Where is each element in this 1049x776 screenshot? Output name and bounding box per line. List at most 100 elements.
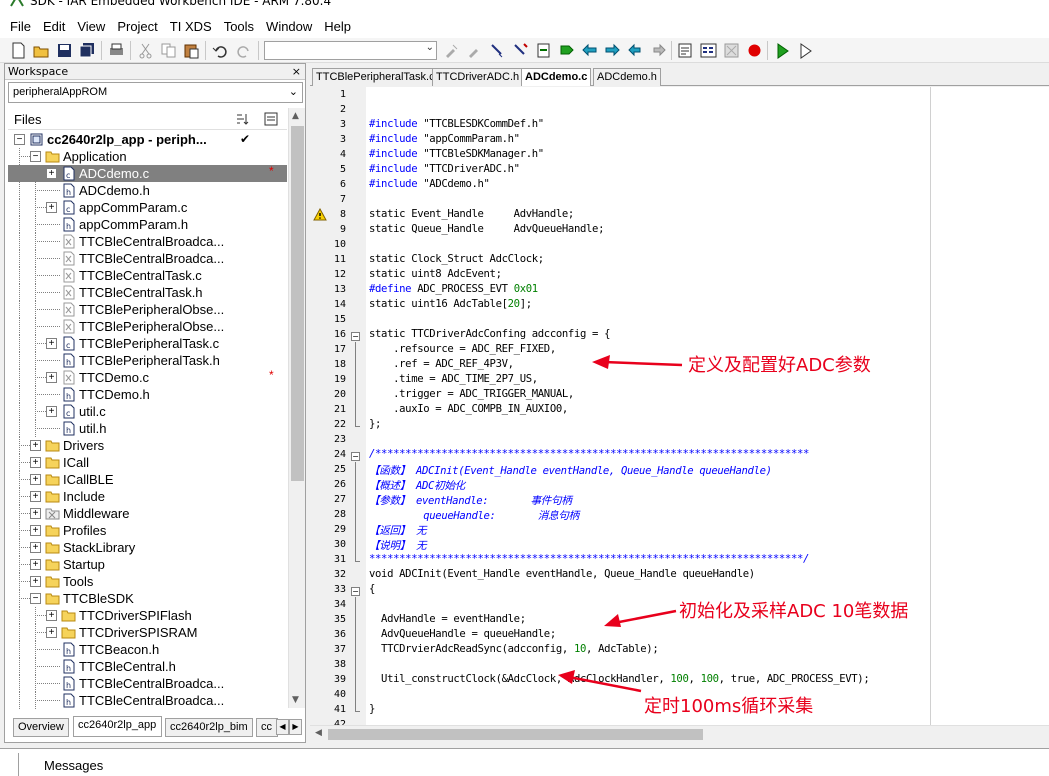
navigate-back-icon[interactable] [627,42,644,59]
editor-horizontal-scrollbar[interactable]: ◀ [310,725,1049,742]
collapse-icon[interactable]: − [14,134,25,145]
goto-icon[interactable] [535,42,552,59]
tree-item[interactable]: h TTCBleCentralBroadca... [8,692,287,709]
tree-item[interactable]: TTCBleCentralTask.h [8,284,287,301]
menu-edit[interactable]: Edit [37,19,71,34]
expand-icon[interactable]: + [46,372,57,383]
tab-ttcbleperipheraltask-c[interactable]: TTCBlePeripheralTask.c [312,68,439,86]
expand-icon[interactable]: + [30,576,41,587]
tree-item[interactable]: h ADCdemo.h [8,182,287,199]
tree-item[interactable]: + ICall [8,454,287,471]
save-all-icon[interactable] [79,42,96,59]
copy-icon[interactable] [160,42,177,59]
tree-item[interactable]: TTCBleCentralBroadca... [8,250,287,267]
panel-grip[interactable] [18,753,19,776]
expand-icon[interactable]: + [46,627,57,638]
tree-item[interactable]: h TTCBeacon.h [8,641,287,658]
scroll-thumb[interactable] [291,126,304,481]
find-next-icon[interactable] [466,42,483,59]
expand-icon[interactable]: + [30,457,41,468]
close-icon[interactable]: × [292,64,301,79]
tree-item[interactable]: − TTCBleSDK [8,590,287,607]
tree-item[interactable]: + Include [8,488,287,505]
sort-icon[interactable] [235,112,249,126]
print-icon[interactable] [108,42,125,59]
tree-item[interactable]: h TTCBleCentral.h [8,658,287,675]
tree-item[interactable]: h TTCDemo.h [8,386,287,403]
fold-icon[interactable]: − [351,452,360,461]
tree-item[interactable]: TTCBleCentralTask.c [8,267,287,284]
tree-item[interactable]: + TTCDemo.c * [8,368,287,386]
make-icon[interactable] [700,42,717,59]
new-file-icon[interactable] [10,42,27,59]
scroll-up-icon[interactable]: ▲ [292,111,299,121]
workspace-scrollbar[interactable]: ▲ ▼ [288,108,305,708]
expand-icon[interactable]: + [30,491,41,502]
tab-adcdemo-h[interactable]: ADCdemo.h [593,68,661,86]
bookmark-prev-icon[interactable] [581,42,598,59]
expand-icon[interactable]: + [46,406,57,417]
paste-icon[interactable] [183,42,200,59]
tree-item[interactable]: + c TTCBlePeripheralTask.c [8,335,287,352]
tree-item[interactable]: TTCBlePeripheralObse... [8,318,287,335]
configuration-select[interactable]: peripheralAppROM ⌄ [8,82,303,103]
cut-icon[interactable] [137,42,154,59]
tree-item[interactable]: + Startup [8,556,287,573]
expand-icon[interactable]: + [46,338,57,349]
menu-tools[interactable]: Tools [218,19,260,34]
tree-item[interactable]: + StackLibrary [8,539,287,556]
open-folder-icon[interactable] [33,42,50,59]
menu-ti-xds[interactable]: TI XDS [164,19,218,34]
tab-overview[interactable]: Overview [13,718,69,737]
tab-cc2640r2lp-bim[interactable]: cc2640r2lp_bim [165,718,253,737]
tree-item[interactable]: TTCBlePeripheralObse... [8,301,287,318]
tree-item[interactable]: h util.h [8,420,287,437]
expand-icon[interactable]: + [30,474,41,485]
expand-icon[interactable]: + [30,542,41,553]
download-debug-icon[interactable] [774,42,791,59]
expand-icon[interactable]: + [30,508,41,519]
menu-view[interactable]: View [71,19,111,34]
redo-icon[interactable] [235,42,252,59]
menu-window[interactable]: Window [260,19,318,34]
undo-icon[interactable] [212,42,229,59]
tree-item[interactable]: + Drivers [8,437,287,454]
debug-without-download-icon[interactable] [797,42,814,59]
tree-item[interactable]: + Middleware [8,505,287,522]
tab-cc2640r2lp-app[interactable]: cc2640r2lp_app [73,716,162,737]
save-icon[interactable] [56,42,73,59]
expand-icon[interactable]: + [30,525,41,536]
find-prev-icon[interactable] [489,42,506,59]
tree-item[interactable]: + TTCDriverSPIFlash [8,607,287,624]
expand-icon[interactable]: + [46,202,57,213]
menu-project[interactable]: Project [111,19,163,34]
tree-item[interactable]: + c util.c [8,403,287,420]
tree-item[interactable]: + c ADCdemo.c * [8,164,287,182]
scroll-thumb[interactable] [328,729,703,740]
tab-cc[interactable]: cc [256,718,278,737]
expand-icon[interactable]: + [46,610,57,621]
scroll-down-icon[interactable]: ▼ [292,695,299,705]
collapse-icon[interactable]: − [30,593,41,604]
tree-item[interactable]: − Application [8,148,287,165]
tree-item[interactable]: + Profiles [8,522,287,539]
tree-item[interactable]: + TTCDriverSPISRAM [8,624,287,641]
tab-scroll-left-icon[interactable]: ◀ [276,719,289,735]
expand-icon[interactable]: + [46,168,57,179]
breakpoint-icon[interactable] [746,42,763,59]
replace-icon[interactable] [512,42,529,59]
tab-scroll-right-icon[interactable]: ▶ [289,719,302,735]
find-icon[interactable] [443,42,460,59]
tree-item[interactable]: h TTCBlePeripheralTask.h [8,352,287,369]
compile-icon[interactable] [677,42,694,59]
tree-item[interactable]: − cc2640r2lp_app - periph... ✔ [8,131,287,148]
stop-build-icon[interactable] [723,42,740,59]
window-close-button[interactable] [1003,0,1049,14]
expand-icon[interactable]: + [30,559,41,570]
menu-file[interactable]: File [4,19,37,34]
tree-item[interactable]: h appCommParam.h [8,216,287,233]
tab-adcdemo-c[interactable]: ADCdemo.c [521,68,592,86]
tree-item[interactable]: + c appCommParam.c [8,199,287,216]
fold-icon[interactable]: − [351,587,360,596]
bookmark-toggle-icon[interactable] [558,42,575,59]
